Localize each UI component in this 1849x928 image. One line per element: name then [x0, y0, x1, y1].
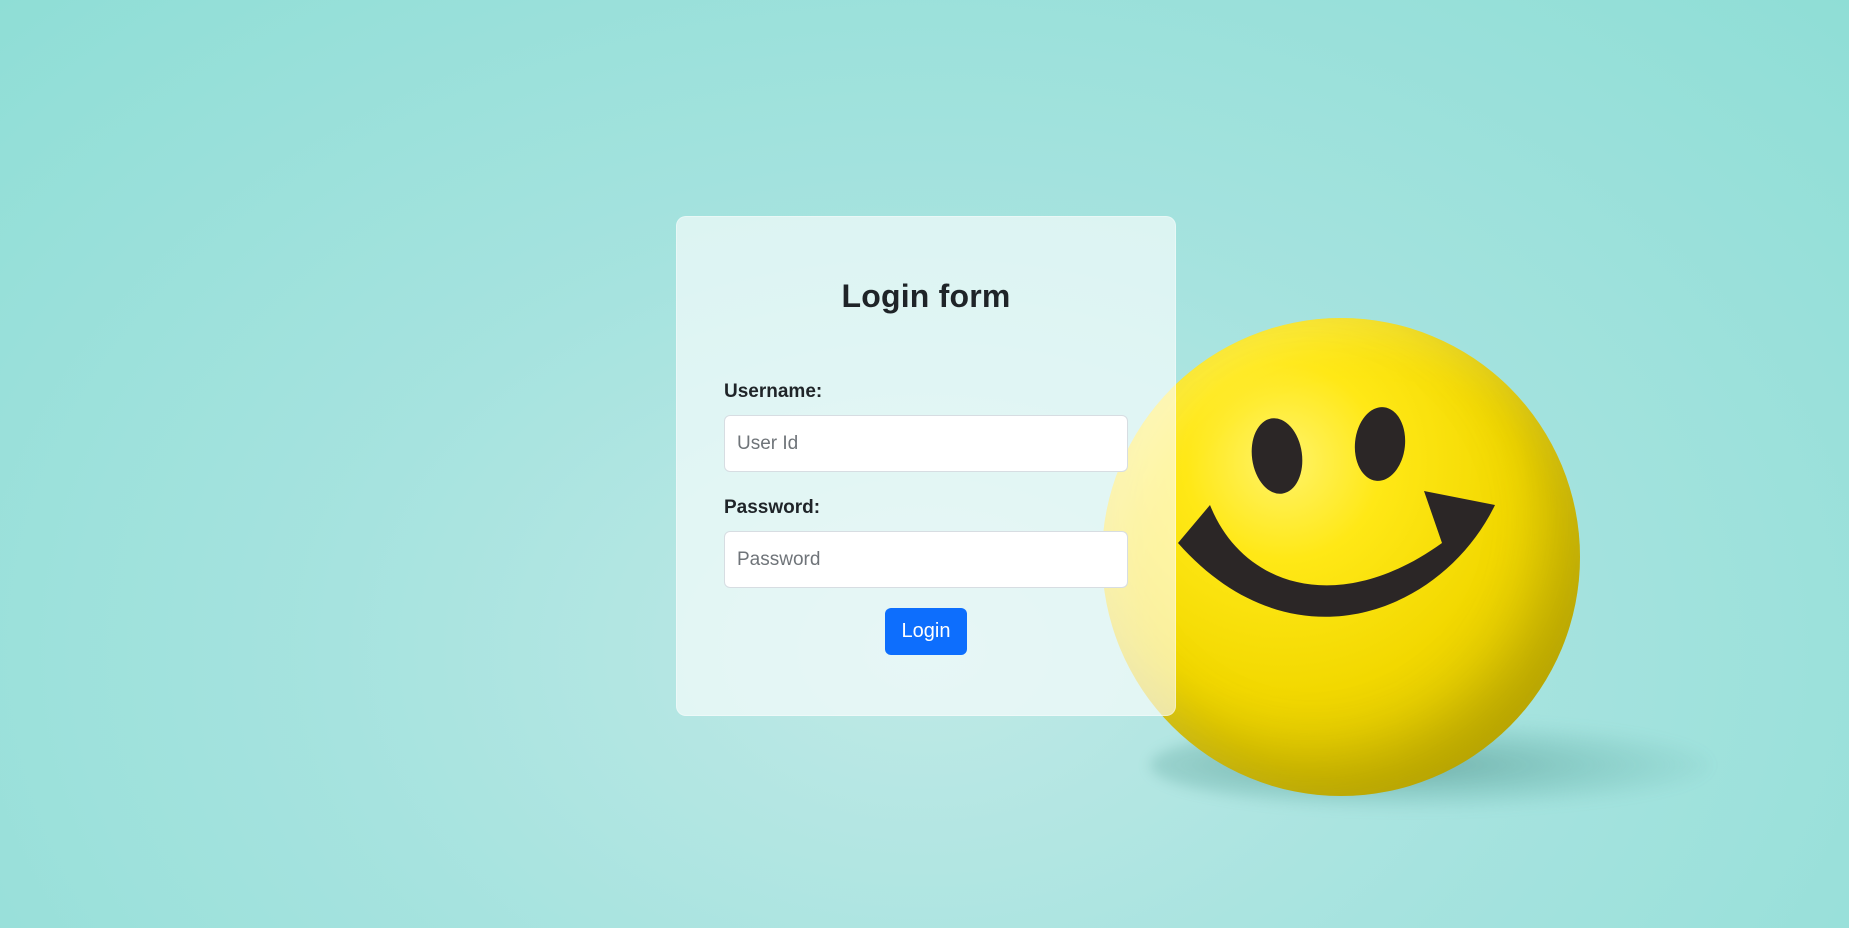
ball-shadow — [1150, 720, 1710, 810]
login-button[interactable]: Login — [885, 608, 967, 655]
login-button-row: Login — [724, 608, 1128, 655]
password-label: Password: — [724, 497, 821, 518]
username-input[interactable] — [724, 415, 1128, 472]
smiley-right-eye — [1354, 407, 1406, 481]
smiley-left-eye — [1251, 418, 1303, 494]
password-input[interactable] — [724, 531, 1128, 588]
smiley-mouth — [1178, 491, 1495, 617]
login-form-card: Login form Username: Password: Login — [676, 216, 1176, 716]
username-label: Username: — [724, 381, 823, 402]
login-form-title: Login form — [841, 278, 1011, 314]
